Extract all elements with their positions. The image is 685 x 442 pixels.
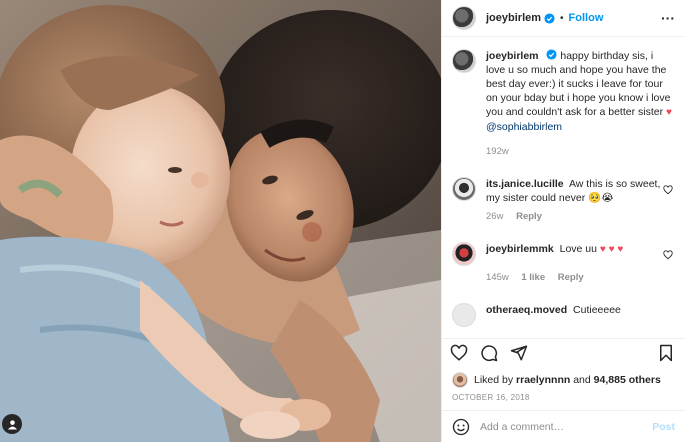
- heart-icon[interactable]: [663, 185, 673, 195]
- comment-username[interactable]: its.janice.lucille: [486, 178, 564, 190]
- comment-username[interactable]: joeybirlemmk: [486, 243, 554, 255]
- caption-body: joeybirlem happy birthday sis, i love u …: [486, 49, 675, 134]
- caption-time[interactable]: 192w: [486, 146, 509, 157]
- comment-body: otheraeq.moved Cutieeeee: [486, 303, 666, 327]
- post-image: [0, 0, 441, 442]
- more-icon[interactable]: ···: [661, 10, 675, 26]
- verified-icon: [544, 12, 555, 24]
- avatar[interactable]: [452, 372, 468, 388]
- avatar[interactable]: [452, 177, 476, 201]
- comment-time[interactable]: 26w: [486, 211, 503, 222]
- comment-text: Love uu: [559, 243, 597, 255]
- comment-body: joeybirlemmk Love uu ♥ ♥ ♥: [486, 242, 666, 266]
- reply-button[interactable]: Reply: [558, 272, 584, 283]
- avatar[interactable]: [452, 6, 476, 30]
- comments-section[interactable]: joeybirlem happy birthday sis, i love u …: [442, 37, 685, 338]
- avatar[interactable]: [452, 49, 476, 73]
- heart-icon[interactable]: [663, 250, 673, 260]
- avatar[interactable]: [452, 303, 476, 327]
- add-comment-bar: Post: [442, 410, 685, 442]
- liked-by-conjunction: and: [573, 374, 591, 386]
- comment-time[interactable]: 145w: [486, 272, 509, 283]
- caption-username[interactable]: joeybirlem: [486, 50, 539, 62]
- comment-input[interactable]: [480, 420, 653, 433]
- dot-separator: •: [560, 12, 564, 24]
- account-icon[interactable]: [2, 414, 22, 434]
- caption-mention[interactable]: @sophiabbirlem: [486, 121, 562, 133]
- liked-by-prefix: Liked by: [474, 374, 514, 386]
- comment-meta: 26w Reply: [486, 211, 675, 222]
- emoji-icon[interactable]: [452, 418, 470, 436]
- verified-icon: [546, 49, 557, 60]
- likes-count[interactable]: 94,885 others: [594, 374, 661, 386]
- avatar[interactable]: [452, 242, 476, 266]
- comment-text: Cutieeeee: [573, 304, 621, 316]
- comment-meta: 145w 1 like Reply: [486, 272, 675, 283]
- share-icon[interactable]: [510, 344, 528, 362]
- caption: joeybirlem happy birthday sis, i love u …: [452, 49, 675, 134]
- reply-button[interactable]: Reply: [516, 211, 542, 222]
- heart-emoji: ♥: [666, 107, 672, 118]
- list-item: joeybirlemmk Love uu ♥ ♥ ♥: [452, 242, 675, 266]
- heart-icon[interactable]: [450, 344, 468, 362]
- comment-username[interactable]: otheraeq.moved: [486, 304, 567, 316]
- likes-summary: Liked by rraelynnnn and 94,885 others: [442, 366, 685, 388]
- comment-body: its.janice.lucille Aw this is so sweet, …: [486, 177, 666, 205]
- comment-likes[interactable]: 1 like: [521, 272, 545, 283]
- caption-meta: 192w: [486, 146, 675, 157]
- post-header: joeybirlem • Follow ···: [442, 0, 685, 37]
- heart-emoji: ♥ ♥ ♥: [599, 244, 624, 255]
- post-date: OCTOBER 16, 2018: [452, 393, 530, 402]
- comment-icon[interactable]: [480, 344, 498, 362]
- post-photo[interactable]: [0, 0, 441, 442]
- follow-button[interactable]: Follow: [569, 12, 604, 24]
- action-bar: [442, 338, 685, 366]
- list-item: otheraeq.moved Cutieeeee: [452, 303, 675, 327]
- liked-by-user[interactable]: rraelynnnn: [516, 374, 570, 386]
- post-button[interactable]: Post: [652, 421, 675, 433]
- instagram-post: joeybirlem • Follow ··· joeybirlem happy…: [0, 0, 685, 442]
- bookmark-icon[interactable]: [657, 344, 675, 362]
- list-item: its.janice.lucille Aw this is so sweet, …: [452, 177, 675, 205]
- header-username[interactable]: joeybirlem: [486, 12, 541, 24]
- post-side-panel: joeybirlem • Follow ··· joeybirlem happy…: [441, 0, 685, 442]
